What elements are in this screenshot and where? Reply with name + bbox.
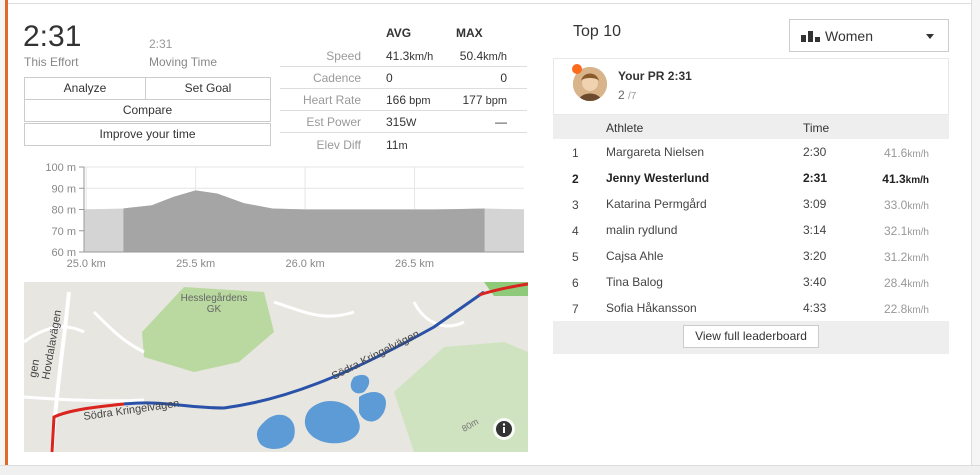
stat-avg: 315W xyxy=(386,115,417,129)
improve-time-button[interactable]: Improve your time xyxy=(24,123,271,146)
table-row[interactable]: 7 Sofia Håkansson 4:33 22.8km/h xyxy=(553,295,949,321)
info-icon[interactable] xyxy=(493,418,515,440)
stat-label: Speed xyxy=(326,49,361,63)
y-tick-label: 90 m xyxy=(52,183,76,195)
rank-cell: 4 xyxy=(572,224,579,238)
time-column-header: Time xyxy=(803,121,830,135)
compare-button[interactable]: Compare xyxy=(24,99,271,122)
time-cell: 3:40 xyxy=(803,275,827,289)
speed-cell: 31.2km/h xyxy=(883,250,929,264)
time-cell: 2:30 xyxy=(803,145,827,159)
stat-avg: 41.3km/h xyxy=(386,49,434,63)
y-tick-label: 100 m xyxy=(45,162,76,174)
x-tick-label: 26.5 km xyxy=(395,258,434,270)
moving-time-label: Moving Time xyxy=(149,55,218,69)
stat-avg: 11m xyxy=(386,138,408,152)
leaderboard-header: Athlete Time xyxy=(553,115,949,139)
stat-max: 0 xyxy=(500,71,507,85)
athlete-name-link[interactable]: Jenny Westerlund xyxy=(606,171,709,185)
stat-row-elev-diff: Elev Diff 11m xyxy=(280,134,527,156)
analyze-button[interactable]: Analyze xyxy=(24,77,146,100)
table-row[interactable]: 4 malin rydlund 3:14 32.1km/h xyxy=(553,217,949,243)
x-tick-label: 26.0 km xyxy=(286,258,325,270)
filter-label: Women xyxy=(825,28,873,44)
time-cell: 3:09 xyxy=(803,197,827,211)
athlete-column-header: Athlete xyxy=(606,121,644,135)
rank-cell: 1 xyxy=(572,146,579,160)
x-tick-label: 25.5 km xyxy=(176,258,215,270)
rank-cell: 7 xyxy=(572,302,579,316)
pr-title: Your PR 2:31 xyxy=(618,69,692,83)
athlete-name-link[interactable]: Margareta Nielsen xyxy=(606,145,704,159)
effort-time-label: This Effort xyxy=(24,55,79,69)
table-row[interactable]: 5 Cajsa Ahle 3:20 31.2km/h xyxy=(553,243,949,269)
time-cell: 3:14 xyxy=(803,223,827,237)
rank-cell: 3 xyxy=(572,198,579,212)
table-row[interactable]: 1 Margareta Nielsen 2:30 41.6km/h xyxy=(553,139,949,165)
stat-row-heart-rate: Heart Rate 166 bpm 177 bpm xyxy=(280,89,527,111)
speed-cell: 33.0km/h xyxy=(883,198,929,212)
panel-top-border xyxy=(8,0,972,4)
table-row[interactable]: 6 Tina Balog 3:40 28.4km/h xyxy=(553,269,949,295)
stat-avg: 166 bpm xyxy=(386,93,431,107)
athlete-name-link[interactable]: Cajsa Ahle xyxy=(606,249,663,263)
pr-rank: 2 /7 xyxy=(618,88,637,102)
y-tick-label: 80 m xyxy=(52,205,76,217)
leaderboard-table: Athlete Time 1 Margareta Nielsen 2:30 41.6k… xyxy=(553,115,949,354)
stat-max: 50.4km/h xyxy=(459,49,507,63)
gender-filter-dropdown[interactable]: Women xyxy=(789,19,949,52)
time-cell: 2:31 xyxy=(803,171,828,185)
athlete-name-link[interactable]: Katarina Permgård xyxy=(606,197,707,211)
stat-avg: 0 xyxy=(386,71,393,85)
chevron-down-icon xyxy=(926,34,934,39)
athlete-name-link[interactable]: malin rydlund xyxy=(606,223,677,237)
rank-cell: 2 xyxy=(572,172,579,186)
athlete-name-link[interactable]: Tina Balog xyxy=(606,275,663,289)
stat-row-speed: Speed 41.3km/h 50.4km/h xyxy=(280,45,527,67)
top10-title: Top 10 xyxy=(573,23,622,40)
time-cell: 4:33 xyxy=(803,301,827,315)
stat-label: Cadence xyxy=(312,71,361,85)
speed-cell: 22.8km/h xyxy=(883,302,929,316)
map-label-hessle: Hesslegårdens xyxy=(181,292,248,304)
stat-label: Elev Diff xyxy=(316,138,361,152)
y-tick-label: 70 m xyxy=(52,226,76,238)
panel-bottom xyxy=(0,465,980,475)
stat-row-cadence: Cadence 0 0 xyxy=(280,67,527,89)
stat-label: Est Power xyxy=(306,115,361,129)
set-goal-button[interactable]: Set Goal xyxy=(145,77,271,100)
map-label-gk: GK xyxy=(207,304,222,315)
personal-record: Your PR 2:31 2 /7 xyxy=(553,58,949,115)
elevation-chart[interactable]: 100 m90 m80 m70 m60 m25.0 km 25.5 km 26.0 … xyxy=(24,158,528,272)
rank-cell: 6 xyxy=(572,276,579,290)
rank-cell: 5 xyxy=(572,250,579,264)
table-row[interactable]: 3 Katarina Permgård 3:09 33.0km/h xyxy=(553,191,949,217)
stat-max: — xyxy=(495,115,507,129)
speed-cell: 28.4km/h xyxy=(883,276,929,290)
stat-row-power: Est Power 315W — xyxy=(280,111,527,133)
max-header: MAX xyxy=(456,26,483,40)
view-full-leaderboard-button[interactable]: View full leaderboard xyxy=(683,325,819,348)
effort-time: 2:31 xyxy=(23,20,82,53)
pr-badge-icon xyxy=(572,64,582,74)
speed-cell: 32.1km/h xyxy=(883,224,929,238)
route-map[interactable]: Hesslegårdens GK Hovdalavägen Södra Krin… xyxy=(24,282,528,452)
athlete-name-link[interactable]: Sofia Håkansson xyxy=(606,301,697,315)
time-cell: 3:20 xyxy=(803,249,827,263)
table-row[interactable]: 2 Jenny Westerlund 2:31 41.3km/h xyxy=(553,165,949,191)
stat-label: Heart Rate xyxy=(302,93,361,107)
speed-cell: 41.3km/h xyxy=(882,172,929,186)
avg-header: AVG xyxy=(386,26,412,40)
bar-chart-icon xyxy=(801,31,820,42)
x-tick-label: 25.0 km xyxy=(67,258,106,270)
moving-time: 2:31 xyxy=(149,37,173,51)
leaderboard-footer: View full leaderboard xyxy=(553,321,949,354)
speed-cell: 41.6km/h xyxy=(883,146,929,160)
map-canvas[interactable]: Hesslegårdens GK Hovdalavägen Södra Krin… xyxy=(24,282,528,452)
stat-max: 177 bpm xyxy=(462,93,508,107)
